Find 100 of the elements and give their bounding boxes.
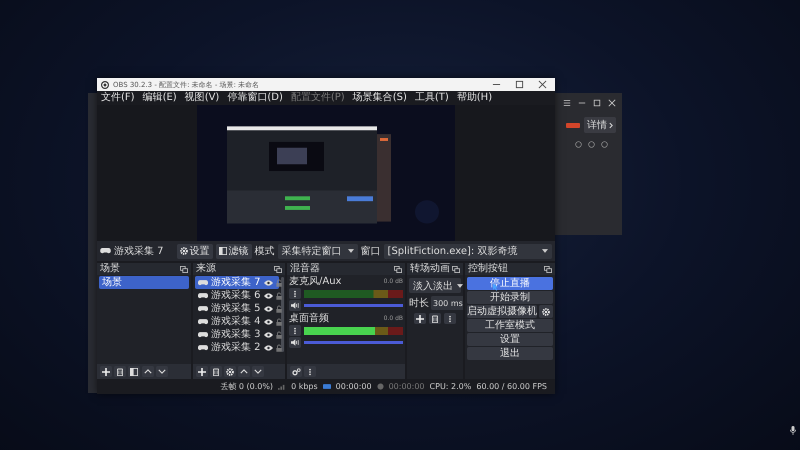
- undock-icon[interactable]: [452, 266, 460, 272]
- mute-button[interactable]: [289, 300, 301, 311]
- gamepad-icon: [100, 248, 111, 254]
- more-button[interactable]: [289, 288, 301, 299]
- source-name: 游戏采集 7: [114, 244, 164, 258]
- move-down-button[interactable]: [252, 366, 264, 377]
- down-icon: [158, 369, 166, 374]
- details-button[interactable]: 详情: [584, 117, 616, 133]
- properties-button[interactable]: [224, 366, 236, 377]
- more-button[interactable]: [289, 325, 301, 336]
- frame-rate: 60.00 / 60.00 FPS: [476, 382, 547, 391]
- close-icon[interactable]: [538, 80, 547, 89]
- lock-icon[interactable]: [276, 318, 282, 326]
- volume-slider[interactable]: [304, 341, 403, 344]
- add-button[interactable]: [414, 313, 426, 324]
- stream-indicator-icon: [322, 384, 331, 389]
- mixer-settings-button[interactable]: [290, 366, 302, 377]
- duration-field[interactable]: 300 ms: [431, 296, 463, 310]
- control-button[interactable]: 开始录制: [467, 291, 553, 304]
- undock-icon[interactable]: [544, 266, 552, 272]
- undock-icon[interactable]: [180, 266, 188, 272]
- filters-button[interactable]: 滤镜: [216, 244, 252, 258]
- menu-item[interactable]: 文件(F): [101, 91, 135, 105]
- signal-icon: [278, 383, 286, 390]
- lock-icon[interactable]: [276, 278, 282, 286]
- eye-icon[interactable]: [264, 280, 273, 286]
- remove-button[interactable]: [114, 366, 126, 377]
- menu-icon[interactable]: [563, 99, 571, 107]
- eye-icon[interactable]: [264, 292, 273, 298]
- source-item[interactable]: 游戏采集 2: [195, 341, 279, 354]
- speaker-icon: [291, 339, 299, 346]
- remove-button[interactable]: [210, 366, 222, 377]
- volume-slider[interactable]: [304, 304, 403, 307]
- menu-item[interactable]: 工具(T): [414, 91, 449, 105]
- control-button[interactable]: 退出: [467, 347, 553, 360]
- settings-button[interactable]: 设置: [176, 244, 213, 258]
- control-button[interactable]: 停止直播: [467, 277, 553, 290]
- bitrate: 0 kbps: [291, 382, 318, 391]
- control-button[interactable]: 启动虚拟摄像机: [467, 305, 537, 318]
- control-button[interactable]: 设置: [467, 333, 553, 346]
- status-badge: [566, 122, 580, 128]
- lock-icon[interactable]: [276, 304, 282, 312]
- panel-title: 控制按钮: [468, 263, 508, 275]
- lock-icon[interactable]: [276, 292, 282, 300]
- menu-item[interactable]: 帮助(H): [456, 91, 492, 105]
- eye-icon[interactable]: [264, 318, 273, 324]
- source-item[interactable]: 游戏采集 7: [195, 276, 279, 289]
- panel-title: 混音器: [290, 263, 320, 275]
- menu-item[interactable]: 视图(V): [184, 91, 220, 105]
- more-button[interactable]: [444, 313, 456, 324]
- scrollbar[interactable]: [281, 277, 284, 352]
- scene-item[interactable]: 场景: [99, 276, 189, 289]
- circle-icon[interactable]: [588, 141, 595, 148]
- source-item[interactable]: 游戏采集 6: [195, 289, 279, 302]
- eye-icon[interactable]: [264, 306, 273, 312]
- add-button[interactable]: [196, 366, 208, 377]
- stream-time: 00:00:00: [336, 382, 372, 391]
- move-up-button[interactable]: [238, 366, 250, 377]
- more-button[interactable]: [304, 366, 316, 377]
- menu-item[interactable]: 编辑(E): [142, 91, 177, 105]
- menu-item[interactable]: 停靠窗口(D): [227, 91, 283, 105]
- trash-icon: [432, 314, 438, 322]
- add-button[interactable]: [100, 366, 112, 377]
- undock-icon[interactable]: [274, 266, 282, 272]
- eye-icon[interactable]: [264, 344, 273, 350]
- record-time: 00:00:00: [388, 382, 425, 391]
- gear-icon: [542, 308, 550, 316]
- source-item[interactable]: 游戏采集 4: [195, 315, 279, 328]
- mute-button[interactable]: [289, 337, 301, 348]
- move-up-button[interactable]: [142, 366, 154, 377]
- lock-icon[interactable]: [276, 344, 282, 352]
- microphone-icon[interactable]: [790, 426, 796, 435]
- transition-dropdown[interactable]: 淡入淡出: [409, 278, 461, 293]
- maximize-icon[interactable]: [515, 80, 524, 89]
- window-dropdown[interactable]: [SplitFiction.exe]: 双影奇境: [384, 244, 552, 258]
- down-icon: [254, 369, 262, 374]
- settings-button[interactable]: [539, 305, 553, 318]
- field-label: 时长: [409, 296, 429, 310]
- undock-icon[interactable]: [394, 266, 402, 272]
- mode-dropdown[interactable]: 采集特定窗口: [278, 244, 358, 258]
- caret-icon: [457, 284, 463, 288]
- field-label: 窗口: [360, 244, 381, 258]
- channel-name: 麦克风/Aux: [289, 276, 342, 287]
- menu-item[interactable]: 场景集合(S): [352, 91, 407, 105]
- chevron-icon: [609, 122, 613, 128]
- filters-button[interactable]: [128, 366, 140, 377]
- panel-title: 场景: [100, 263, 120, 275]
- circle-icon[interactable]: [601, 141, 608, 148]
- plus-icon: [416, 314, 424, 322]
- lock-icon[interactable]: [276, 330, 282, 338]
- cpu-usage: CPU: 2.0%: [430, 382, 472, 391]
- move-down-button[interactable]: [156, 366, 168, 377]
- source-item[interactable]: 游戏采集 5: [195, 302, 279, 315]
- eye-icon[interactable]: [264, 332, 273, 338]
- up-icon: [144, 369, 152, 374]
- remove-button[interactable]: [429, 313, 441, 324]
- plus-icon: [102, 368, 110, 376]
- source-item[interactable]: 游戏采集 3: [195, 328, 279, 341]
- control-button[interactable]: 工作室模式: [467, 319, 553, 332]
- circle-icon[interactable]: [575, 141, 582, 148]
